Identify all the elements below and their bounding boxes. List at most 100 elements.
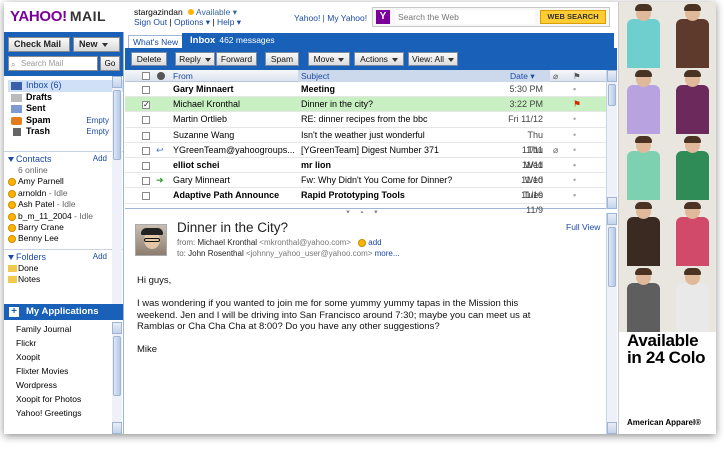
new-button[interactable]: New: [73, 37, 120, 52]
contact-item[interactable]: arnoldn - Idle: [4, 188, 123, 199]
folder-spam[interactable]: Spam Empty: [8, 115, 123, 127]
sidebar-scrollbar[interactable]: [112, 76, 122, 320]
scroll-up-button[interactable]: [607, 213, 617, 225]
contact-item[interactable]: Amy Parnell: [4, 176, 123, 187]
web-search-input[interactable]: [395, 10, 535, 24]
actions-button[interactable]: Actions: [354, 52, 404, 66]
empty-trash-link[interactable]: Empty: [86, 126, 109, 138]
custom-folder-item[interactable]: Done: [4, 263, 123, 274]
contact-item[interactable]: Benny Lee: [4, 233, 123, 244]
chevron-down-icon[interactable]: [101, 42, 108, 47]
contact-item[interactable]: Ash Patel - Idle: [4, 199, 123, 210]
chevron-down-icon[interactable]: [204, 57, 211, 62]
my-applications-header[interactable]: + My Applications: [4, 304, 123, 320]
chevron-down-icon[interactable]: [447, 57, 454, 62]
app-item[interactable]: Xoopit: [4, 350, 123, 364]
folder-drafts[interactable]: Drafts: [8, 92, 123, 104]
recipient-name[interactable]: John Rosenthal: [188, 249, 244, 258]
plus-icon[interactable]: +: [9, 307, 19, 317]
triangle-down-icon[interactable]: [8, 157, 14, 162]
tab-whats-new[interactable]: What's New: [128, 35, 184, 48]
advertisement-banner[interactable]: Available in 24 Colo American Apparel®: [618, 2, 716, 434]
spam-button[interactable]: Spam: [265, 52, 299, 66]
chevron-down-icon[interactable]: [338, 57, 345, 62]
column-from[interactable]: From: [173, 70, 193, 82]
web-search-button[interactable]: WEB SEARCH: [540, 10, 606, 24]
availability-status[interactable]: Available ▾: [188, 7, 237, 17]
message-checkbox[interactable]: [142, 161, 150, 170]
sender-name[interactable]: Michael Kronthal: [197, 238, 257, 247]
scroll-thumb[interactable]: [608, 84, 616, 106]
check-mail-button[interactable]: Check Mail: [8, 37, 70, 60]
unflagged-dot-icon[interactable]: •: [573, 188, 576, 203]
scroll-down-button[interactable]: [112, 422, 122, 434]
delete-button[interactable]: Delete: [131, 52, 167, 66]
message-row[interactable]: elliot schei mr lion Wed 11/10 •: [125, 158, 617, 185]
add-sender-link[interactable]: add: [368, 238, 381, 247]
scroll-up-button[interactable]: [112, 322, 122, 334]
message-row[interactable]: ➜ Gary Minneart Fw: Why Didn't You Come fo…: [125, 173, 617, 200]
unflagged-dot-icon[interactable]: •: [573, 112, 576, 127]
message-checkbox[interactable]: [142, 131, 150, 140]
help-link[interactable]: Help ▾: [217, 17, 241, 27]
message-checkbox[interactable]: [142, 86, 150, 94]
message-list-scrollbar[interactable]: [606, 70, 617, 209]
column-date[interactable]: Date ▾: [510, 70, 535, 82]
folder-trash[interactable]: Trash Empty: [8, 126, 123, 138]
folders-header[interactable]: Folders Add: [4, 248, 123, 264]
app-item[interactable]: Flickr: [4, 336, 123, 350]
scroll-down-button[interactable]: [607, 422, 617, 434]
contacts-header[interactable]: Contacts Add: [4, 151, 123, 165]
message-row[interactable]: ↩ YGreenTeam@yahoogroups... [YGreenTeam] D…: [125, 143, 617, 170]
message-checkbox[interactable]: [142, 177, 150, 186]
add-contact-link[interactable]: Add: [93, 152, 107, 166]
message-row[interactable]: Gary Minnaert Meeting 5:30 PM •: [125, 82, 617, 98]
app-item[interactable]: Yahoo! Greetings: [4, 406, 123, 420]
message-row[interactable]: Suzanne Wang Isn't the weather just wonde…: [125, 128, 617, 155]
flag-icon[interactable]: ⚑: [573, 97, 581, 112]
contact-item[interactable]: Barry Crane: [4, 222, 123, 233]
full-view-link[interactable]: Full View: [566, 222, 600, 232]
select-all-checkbox[interactable]: [142, 72, 150, 80]
scroll-thumb[interactable]: [113, 90, 121, 160]
unflagged-dot-icon[interactable]: •: [573, 82, 576, 97]
yahoo-links[interactable]: Yahoo! | My Yahoo!: [294, 13, 367, 23]
scroll-thumb[interactable]: [113, 336, 121, 396]
message-checkbox[interactable]: [142, 116, 150, 125]
message-checkbox[interactable]: [142, 146, 150, 155]
tab-inbox[interactable]: Inbox 462 messages: [182, 33, 614, 48]
add-folder-link[interactable]: Add: [93, 250, 107, 264]
unflagged-dot-icon[interactable]: •: [573, 173, 576, 188]
app-item[interactable]: Family Journal: [4, 322, 123, 336]
add-contact-icon[interactable]: [358, 238, 367, 247]
contact-item[interactable]: b_m_11_2004 - Idle: [4, 211, 123, 222]
unflagged-dot-icon[interactable]: •: [573, 158, 576, 173]
app-item[interactable]: Flixter Movies: [4, 364, 123, 378]
reply-button[interactable]: Reply: [175, 52, 215, 66]
scroll-thumb[interactable]: [608, 227, 616, 287]
message-row[interactable]: Michael Kronthal Dinner in the city? 3:22 …: [125, 97, 617, 113]
applications-scrollbar[interactable]: [112, 322, 122, 434]
more-recipients-link[interactable]: more...: [375, 249, 400, 258]
options-link[interactable]: Options ▾: [174, 17, 210, 27]
message-checkbox[interactable]: [142, 192, 150, 201]
chevron-down-icon[interactable]: [391, 57, 398, 62]
forward-button[interactable]: Forward: [216, 52, 257, 66]
folder-sent[interactable]: Sent: [8, 103, 123, 115]
app-item[interactable]: Xoopit for Photos: [4, 392, 123, 406]
message-checkbox[interactable]: [142, 97, 150, 112]
scroll-up-button[interactable]: [112, 76, 122, 88]
folder-inbox[interactable]: Inbox (6): [8, 80, 123, 92]
unflagged-dot-icon[interactable]: •: [573, 143, 576, 158]
preview-scrollbar[interactable]: [606, 213, 617, 434]
sign-out-link[interactable]: Sign Out: [134, 17, 167, 27]
empty-spam-link[interactable]: Empty: [86, 115, 109, 127]
unflagged-dot-icon[interactable]: •: [573, 128, 576, 143]
custom-folder-item[interactable]: Notes: [4, 274, 123, 285]
app-item[interactable]: Wordpress: [4, 378, 123, 392]
scroll-down-button[interactable]: [607, 197, 617, 209]
scroll-up-button[interactable]: [607, 70, 617, 82]
search-mail-input[interactable]: ⌕ Search Mail: [8, 56, 98, 71]
triangle-down-icon[interactable]: [8, 254, 14, 260]
yahoo-mail-logo[interactable]: YAHOO! MAIL: [10, 8, 106, 25]
